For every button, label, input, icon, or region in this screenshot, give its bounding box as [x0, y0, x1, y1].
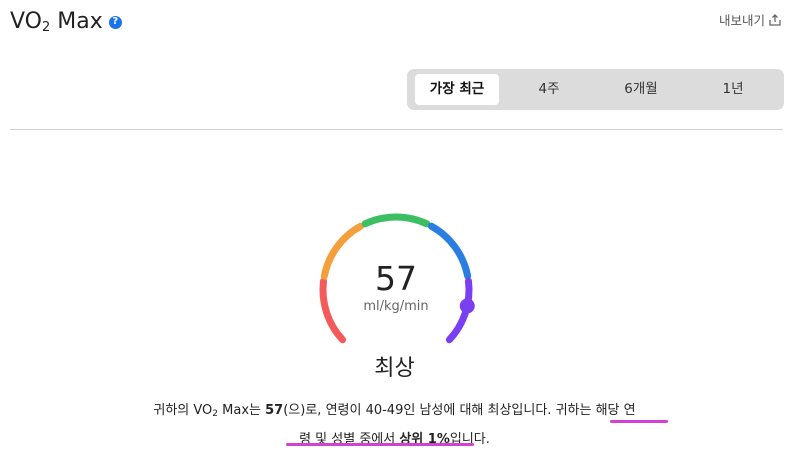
tab-6-months[interactable]: 6개월 — [599, 74, 683, 105]
gauge-segment-green — [361, 213, 431, 228]
tab-latest[interactable]: 가장 최근 — [415, 74, 499, 105]
divider — [10, 129, 783, 130]
rating-label: 최상 — [374, 356, 415, 381]
highlight-underline-1 — [610, 420, 668, 423]
tab-1-year[interactable]: 1년 — [691, 74, 775, 105]
time-range-tabs: 가장 최근 4주 6개월 1년 — [407, 69, 784, 110]
vo2max-gauge: 57 ml/kg/min — [306, 200, 486, 360]
export-label: 내보내기 — [718, 13, 765, 28]
help-icon[interactable]: ? — [108, 15, 122, 29]
tab-4-weeks[interactable]: 4주 — [507, 74, 591, 105]
export-icon — [769, 13, 781, 26]
vo2max-value: 57 — [375, 259, 417, 298]
page-title: VO2 Max ? — [10, 8, 122, 42]
vo2max-unit: ml/kg/min — [363, 299, 429, 314]
export-button[interactable]: 내보내기 — [719, 10, 781, 29]
highlight-underline-2 — [286, 443, 474, 446]
